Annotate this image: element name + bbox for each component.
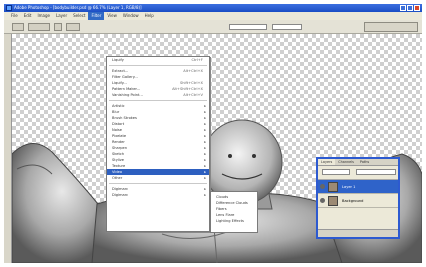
layer-name: Layer 1 xyxy=(342,185,356,189)
document-canvas[interactable]: Liquify Ctrl+F Extract... Alt+Ctrl+X Filte… xyxy=(12,34,422,263)
menu-filter[interactable]: Filter xyxy=(88,12,105,20)
tab-layers[interactable]: Layers xyxy=(318,159,336,165)
tool-preset-picker[interactable] xyxy=(12,23,24,31)
toolbox[interactable] xyxy=(4,34,12,263)
close-icon[interactable] xyxy=(414,5,420,11)
filter-menu-dropdown: Liquify Ctrl+F Extract... Alt+Ctrl+X Filte… xyxy=(106,56,210,232)
menu-item-last-filter[interactable]: Liquify Ctrl+F xyxy=(107,57,209,63)
title-bar: Adobe Photoshop - [bodybuilder.psd @ 66.… xyxy=(4,4,422,12)
window-title: Adobe Photoshop - [bodybuilder.psd @ 66.… xyxy=(14,5,142,10)
menu-item-vanishing-point[interactable]: Vanishing Point... Alt+Ctrl+V xyxy=(107,92,209,98)
menu-separator xyxy=(109,98,207,101)
height-field[interactable] xyxy=(272,24,302,30)
width-field[interactable] xyxy=(229,24,267,30)
menu-separator xyxy=(109,63,207,66)
menu-help[interactable]: Help xyxy=(142,12,157,20)
selection-mode-buttons[interactable] xyxy=(28,23,50,31)
menu-window[interactable]: Window xyxy=(120,12,142,20)
eye-icon[interactable] xyxy=(320,184,325,189)
blend-mode-select[interactable] xyxy=(322,169,350,175)
layer-controls xyxy=(318,166,398,180)
photoshop-app-icon xyxy=(6,5,12,11)
feather-icon[interactable] xyxy=(54,23,62,31)
palette-well[interactable] xyxy=(364,22,418,32)
menu-image[interactable]: Image xyxy=(34,12,53,20)
window-controls xyxy=(400,5,420,11)
menu-bar: File Edit Image Layer Select Filter View… xyxy=(4,12,422,20)
menu-select[interactable]: Select xyxy=(70,12,88,20)
menu-view[interactable]: View xyxy=(104,12,120,20)
tab-channels[interactable]: Channels xyxy=(335,159,357,165)
tab-paths[interactable]: Paths xyxy=(357,159,372,165)
minimize-icon[interactable] xyxy=(400,5,406,11)
opacity-field[interactable] xyxy=(356,169,396,175)
layer-row[interactable]: Background xyxy=(318,194,398,208)
menu-separator xyxy=(109,181,207,184)
layers-panel-footer[interactable] xyxy=(318,229,398,237)
layers-panel-tabs: Layers Channels Paths xyxy=(318,159,398,166)
layer-row[interactable]: Layer 1 xyxy=(318,180,398,194)
options-bar xyxy=(4,20,422,34)
layer-thumbnail xyxy=(328,196,338,206)
layers-panel: Layers Channels Paths Layer 1 Background xyxy=(316,157,400,239)
app-window: Adobe Photoshop - [bodybuilder.psd @ 66.… xyxy=(4,4,422,263)
menu-item-digimarc-2[interactable]: Digimarc ▸ xyxy=(107,192,209,198)
layer-name: Background xyxy=(342,199,364,203)
layer-thumbnail xyxy=(328,182,338,192)
menu-layer[interactable]: Layer xyxy=(53,12,70,20)
eye-icon[interactable] xyxy=(320,198,325,203)
maximize-icon[interactable] xyxy=(407,5,413,11)
menu-edit[interactable]: Edit xyxy=(21,12,35,20)
submenu-item-lighting-effects[interactable]: Lighting Effects xyxy=(211,218,257,224)
antialias-toggle[interactable] xyxy=(66,23,80,31)
menu-file[interactable]: File xyxy=(8,12,21,20)
menu-item-other[interactable]: Other ▸ xyxy=(107,175,209,181)
render-submenu: Clouds Difference Clouds Fibers Lens Fla… xyxy=(210,191,258,233)
